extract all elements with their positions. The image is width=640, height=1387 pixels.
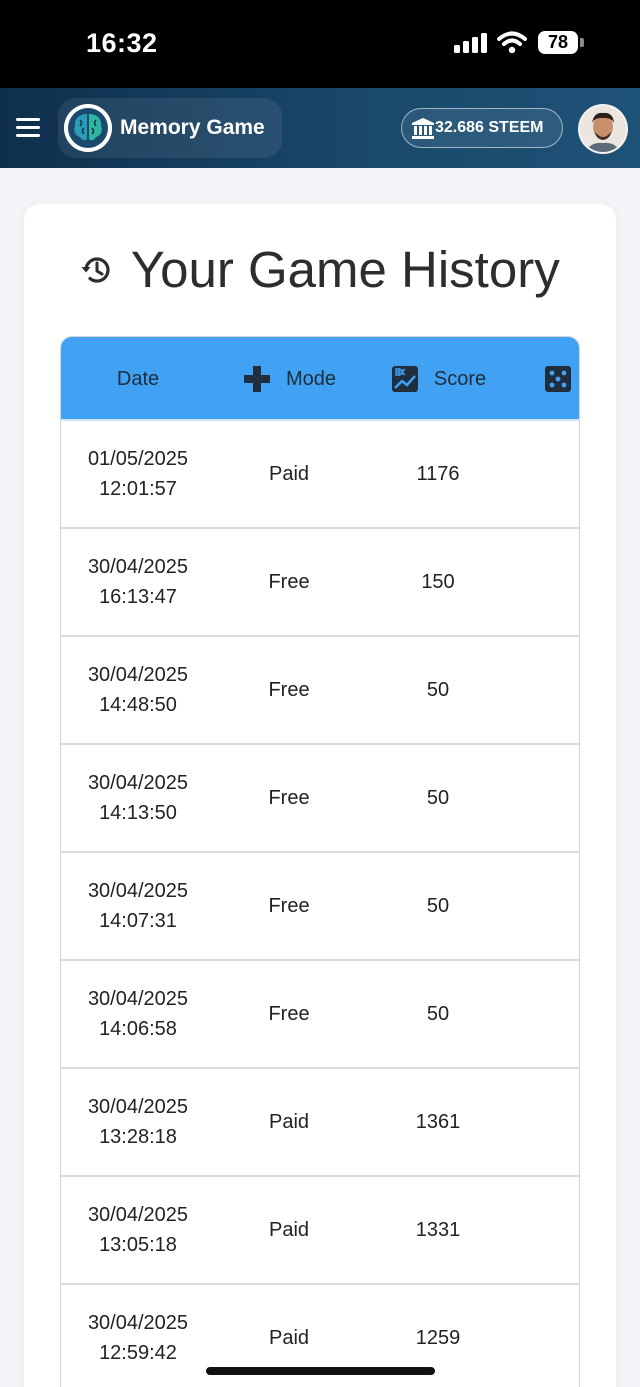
row-score: 1176: [416, 463, 460, 485]
table-row: 30/04/2025 14:13:50 Free 50: [61, 745, 579, 853]
row-date: 30/04/2025: [87, 772, 189, 794]
row-score: 1331: [415, 1219, 461, 1241]
table-row: 30/04/2025 14:48:50 Free 50: [61, 637, 579, 745]
row-date: 30/04/2025: [87, 1312, 189, 1334]
row-date: 30/04/2025: [87, 988, 189, 1010]
row-date: 30/04/2025: [87, 1096, 189, 1118]
home-indicator[interactable]: [206, 1367, 435, 1375]
row-time: 12:59:42: [99, 1342, 177, 1364]
page-title: Your Game History: [130, 241, 560, 298]
wifi-icon: [497, 31, 527, 54]
row-time: 14:07:31: [99, 910, 177, 932]
row-date: 30/04/2025: [87, 880, 189, 902]
row-mode: Free: [268, 1003, 310, 1025]
row-date-cell: 01/05/2025 12:01:57: [61, 421, 215, 527]
row-mode: Paid: [268, 463, 310, 485]
row-date: 30/04/2025: [87, 664, 189, 686]
row-score: 150: [421, 571, 455, 593]
gamepad-icon: [243, 366, 270, 392]
dice-icon: [545, 366, 571, 392]
steem-balance: 32.686 STEEM: [435, 119, 544, 136]
table-row: 30/04/2025 14:07:31 Free 50: [61, 853, 579, 961]
row-time: 12:01:57: [99, 478, 177, 500]
row-date: 30/04/2025: [87, 1204, 189, 1226]
hamburger-menu-icon[interactable]: [16, 118, 40, 138]
row-score: 50: [426, 787, 450, 809]
row-mode: Free: [268, 679, 310, 701]
app-header: Memory Game 32.686 STEEM: [0, 88, 640, 168]
column-header-score[interactable]: Score: [363, 337, 513, 421]
column-header-date[interactable]: Date: [61, 337, 215, 421]
balance-badge[interactable]: 32.686 STEEM: [401, 108, 563, 148]
battery-indicator: 78: [538, 31, 578, 54]
row-date-cell: 30/04/2025 14:13:50: [61, 745, 215, 851]
row-time: 14:06:58: [99, 1018, 177, 1040]
score-chart-icon: [391, 366, 418, 392]
status-bar: 16:32 78: [0, 0, 640, 88]
brand-home-link[interactable]: Memory Game: [58, 98, 282, 158]
table-row: 30/04/2025 14:06:58 Free 50: [61, 961, 579, 1069]
brain-logo-icon: [64, 104, 112, 152]
history-table: Date Mode Score 01/05/2025 12:01:57 Paid…: [60, 336, 580, 1387]
history-card: Your Game History Date Mode Score 01/05/…: [24, 204, 616, 1387]
table-row: 01/05/2025 12:01:57 Paid 1176: [61, 421, 579, 529]
row-mode: Free: [268, 895, 310, 917]
status-time: 16:32: [86, 28, 158, 58]
battery-tip: [580, 38, 584, 47]
row-date-cell: 30/04/2025 16:13:47: [61, 529, 215, 635]
row-score: 50: [426, 679, 450, 701]
row-time: 16:13:47: [99, 586, 177, 608]
row-date-cell: 30/04/2025 13:05:18: [61, 1177, 215, 1283]
user-avatar[interactable]: [578, 104, 628, 154]
row-date-cell: 30/04/2025 12:59:42: [61, 1285, 215, 1387]
cellular-signal-icon: [454, 33, 488, 53]
row-date: 01/05/2025: [87, 448, 189, 470]
row-mode: Free: [268, 787, 310, 809]
bank-icon: [412, 118, 434, 139]
row-mode: Paid: [268, 1219, 310, 1241]
table-row: 30/04/2025 13:28:18 Paid 1361: [61, 1069, 579, 1177]
column-header-extra[interactable]: [513, 337, 579, 421]
row-mode: Free: [268, 571, 310, 593]
column-label-date: Date: [116, 367, 160, 390]
row-date-cell: 30/04/2025 14:07:31: [61, 853, 215, 959]
row-time: 14:13:50: [99, 802, 177, 824]
table-row: 30/04/2025 16:13:47 Free 150: [61, 529, 579, 637]
row-date: 30/04/2025: [87, 556, 189, 578]
row-score: 1361: [415, 1111, 461, 1133]
column-label-mode: Mode: [285, 367, 337, 390]
row-date-cell: 30/04/2025 14:06:58: [61, 961, 215, 1067]
page-title-row: Your Game History: [24, 240, 616, 304]
row-time: 13:28:18: [99, 1126, 177, 1148]
row-score: 50: [426, 1003, 450, 1025]
row-time: 13:05:18: [99, 1234, 177, 1256]
avatar-image: [580, 106, 626, 152]
row-date-cell: 30/04/2025 13:28:18: [61, 1069, 215, 1175]
row-score: 50: [426, 895, 450, 917]
history-icon: [81, 256, 110, 283]
column-header-mode[interactable]: Mode: [215, 337, 363, 421]
row-time: 14:48:50: [99, 694, 177, 716]
column-label-score: Score: [433, 367, 487, 390]
table-row: 30/04/2025 13:05:18 Paid 1331: [61, 1177, 579, 1285]
table-header: Date Mode Score: [61, 337, 579, 421]
app-name: Memory Game: [120, 116, 265, 139]
row-mode: Paid: [268, 1111, 310, 1133]
row-date-cell: 30/04/2025 14:48:50: [61, 637, 215, 743]
